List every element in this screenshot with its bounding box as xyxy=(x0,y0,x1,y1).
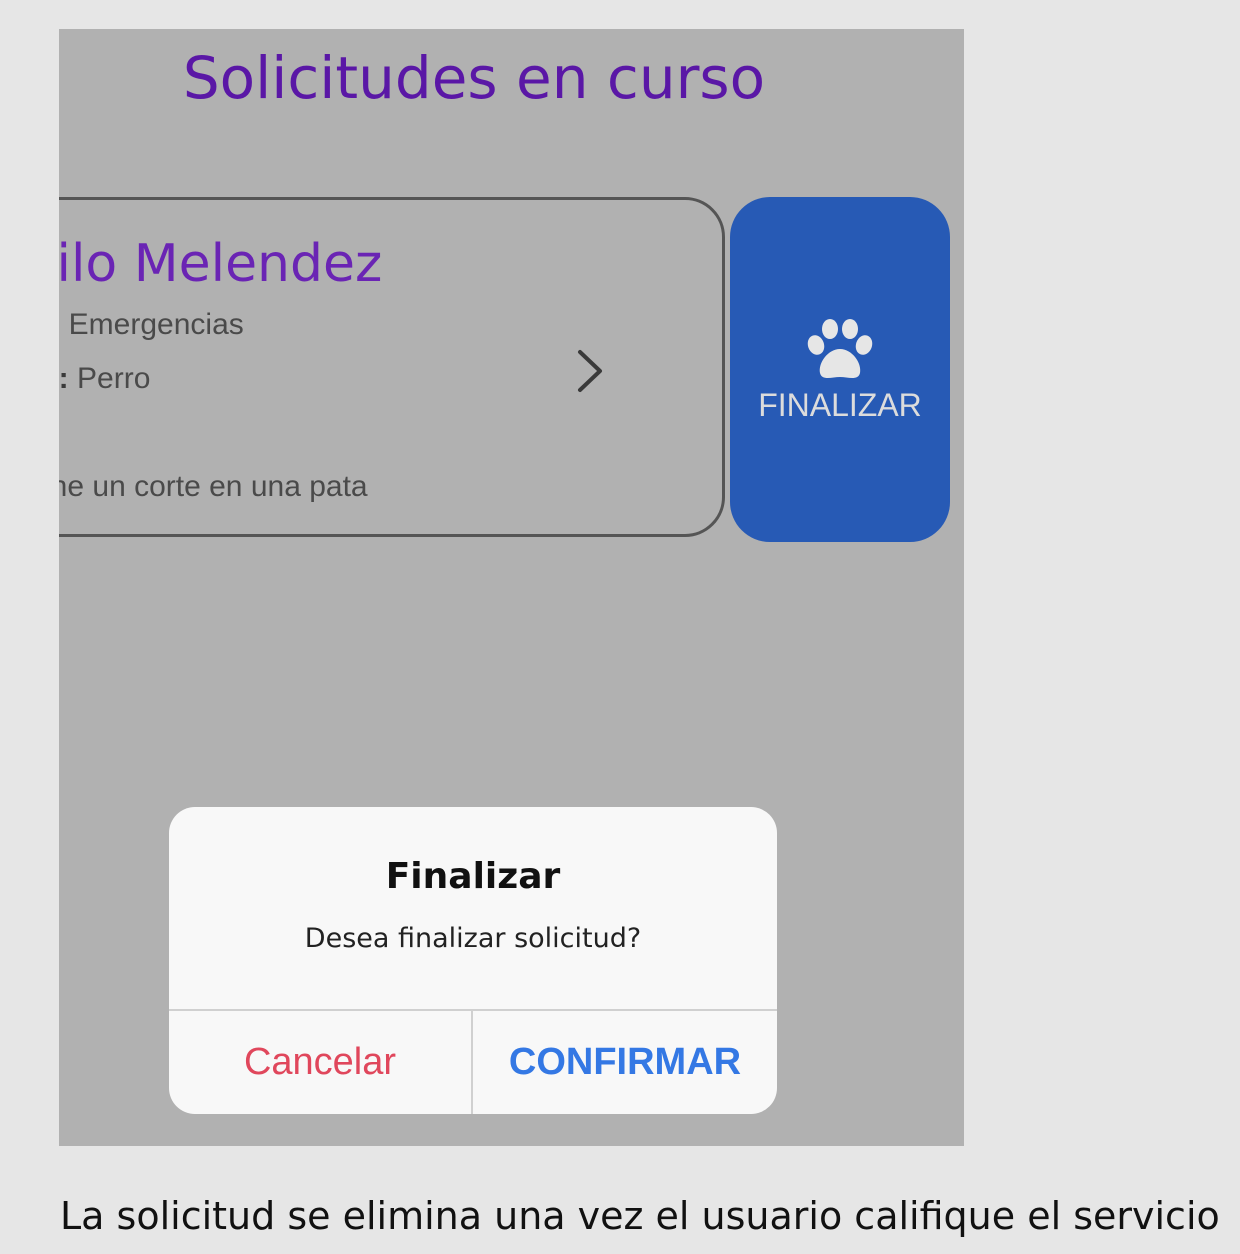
confirm-dialog: Finalizar Desea finalizar solicitud? Can… xyxy=(169,807,777,1114)
app-screen: Solicitudes en curso amilo Melendez o: E… xyxy=(59,29,964,1146)
service-label: o: xyxy=(59,308,60,341)
service-value: Emergencias xyxy=(68,308,244,341)
client-name: amilo Melendez xyxy=(59,234,383,294)
finish-button[interactable]: FINALIZAR xyxy=(730,197,950,542)
caption-text: La solicitud se elimina una vez el usuar… xyxy=(60,1194,1220,1238)
page-title: Solicitudes en curso xyxy=(182,44,766,112)
pet-value: Perro xyxy=(77,362,151,395)
dialog-message: Desea finalizar solicitud? xyxy=(304,923,642,954)
pet-label: ta: xyxy=(59,362,69,395)
service-line: o: Emergencias xyxy=(59,308,244,342)
chevron-right-icon[interactable] xyxy=(574,348,604,394)
pet-line: ta: Perro xyxy=(59,362,150,396)
paw-icon xyxy=(807,319,873,378)
dialog-title: Finalizar xyxy=(385,856,561,897)
finish-label: FINALIZAR xyxy=(758,387,922,423)
description-text: ene un corte en una pata xyxy=(59,470,368,503)
confirm-button[interactable]: CONFIRMAR xyxy=(473,1011,777,1114)
request-card[interactable]: amilo Melendez o: Emergencias ta: Perro … xyxy=(59,197,725,537)
cancel-button[interactable]: Cancelar xyxy=(169,1011,471,1114)
